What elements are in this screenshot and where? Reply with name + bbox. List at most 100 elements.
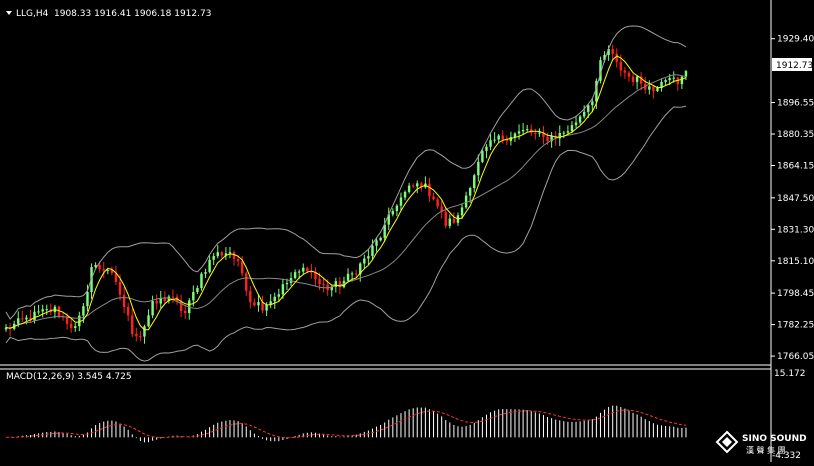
candle-body [346,273,350,281]
candle-body [159,298,162,304]
candle-body [367,256,370,259]
candle-body [126,306,130,316]
candle-body [147,315,150,327]
candle-body [371,245,374,257]
candle-body [566,131,570,133]
macd-axis-bottom: -4.332 [772,451,801,461]
candle-body [240,261,244,274]
price-axis-label: 1831.30 [777,225,814,235]
candle-body [489,140,492,147]
candle-body [399,197,403,206]
candle-body [204,272,207,274]
candle-body [538,132,541,134]
candle-body [297,271,301,273]
candle-body [680,76,684,85]
candle-body [232,252,236,260]
candle-body [155,301,158,304]
candle-body [302,267,305,272]
symbol-label: LLG,H4 [16,9,49,19]
candle-body [493,139,496,141]
candle-body [611,49,614,54]
price-axis-label: 1782.25 [777,321,814,331]
candle-body [33,311,36,321]
candle-body [106,270,110,272]
candle-body [615,53,618,62]
candle-body [444,212,447,226]
candle-body [473,175,476,189]
candle-body [236,259,240,262]
ohlc-values: 1908.33 1916.41 1906.18 1912.73 [54,9,211,19]
candle-body [220,252,224,256]
candle-body [403,191,407,198]
candle-body [574,122,578,126]
candle-body [249,290,252,303]
candle-body [143,326,146,337]
candle-body [391,211,395,215]
candle-body [354,273,358,275]
candle-body [102,269,105,271]
candle-body [635,76,639,82]
candle-body [395,205,399,212]
price-axis-label: 1896.55 [777,99,814,109]
candle-body [41,309,44,312]
candle-body [407,185,411,192]
price-axis-label: 1929.40 [777,35,814,45]
candle-body [281,284,285,295]
candle-body [534,132,537,134]
candle-body [253,302,256,306]
candle-body [293,272,297,279]
candle-body [570,125,574,132]
candle-body [37,311,40,313]
candle-body [285,283,289,285]
logo-brand-text: SINO SOUND [742,434,807,444]
candle-body [416,183,419,187]
candle-body [668,78,671,81]
candle-body [587,105,590,112]
candle-body [163,298,167,302]
candle-body [98,265,101,270]
candle-body [363,258,366,264]
candle-body [481,150,484,162]
candle-body [428,183,431,197]
candle-body [631,76,635,82]
macd-axis-top: 15.172 [774,369,806,379]
chart-window[interactable]: 1929.40 1896.55 1880.35 1864.15 1847.50 1831.… [0,0,814,462]
candle-body [521,129,525,132]
candle-body [582,111,586,117]
candle-body [619,61,623,71]
candle-body [17,318,20,324]
candle-body [591,101,594,106]
candle-body [318,278,321,285]
candle-body [139,336,142,338]
candle-body [273,296,276,302]
candle-body [306,267,309,272]
candle-body [69,323,73,328]
candle-body [135,334,138,337]
candle-body [477,161,480,176]
candle-body [468,188,472,196]
candle-body [257,302,260,306]
price-axis-label: 1766.05 [777,352,814,362]
price-axis-label: 1847.50 [777,194,814,204]
candle-body [171,296,175,298]
candle-body [86,291,89,307]
candle-body [546,136,549,142]
candle-body [485,146,488,151]
candle-body [212,256,215,260]
candle-body [122,294,126,307]
candle-body [411,185,415,187]
candle-body [151,301,154,316]
candle-body [432,196,435,200]
candle-body [350,273,354,275]
candle-body [78,315,81,327]
candle-body [74,326,77,328]
chart-canvas[interactable]: 1929.40 1896.55 1880.35 1864.15 1847.50 1831.… [0,0,814,462]
candle-body [672,77,675,79]
candle-body [379,237,382,241]
macd-label: MACD(12,26,9) 3.545 4.725 [6,372,132,382]
candle-body [452,218,456,223]
candle-body [208,259,211,273]
candle-body [131,315,134,335]
candle-body [216,252,219,257]
price-axis-label: 1864.15 [777,161,814,171]
